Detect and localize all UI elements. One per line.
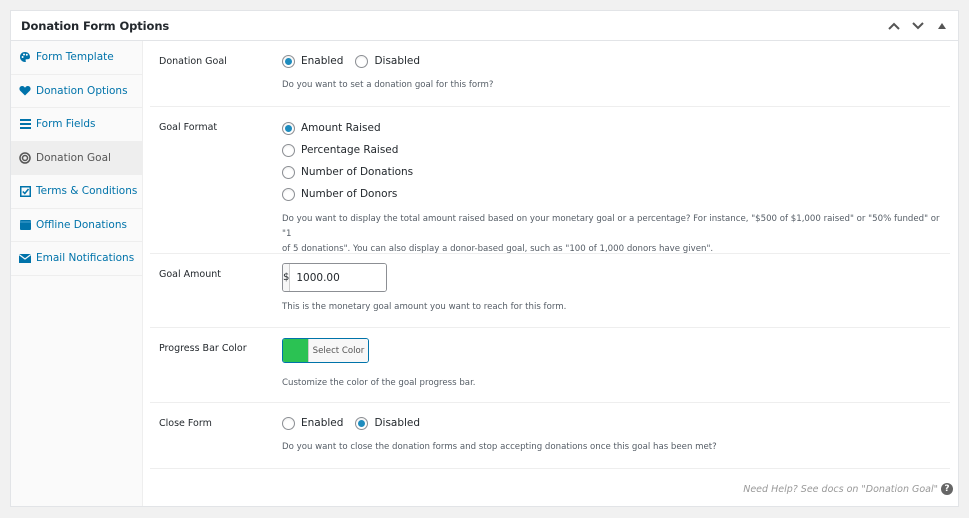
sidebar-item-email-notifications[interactable]: Email Notifications — [11, 242, 142, 276]
donation-form-options-panel: Donation Form Options Form Template Dona… — [10, 10, 959, 507]
checkbox-icon — [19, 185, 31, 197]
sidebar-item-terms-conditions[interactable]: Terms & Conditions — [11, 175, 142, 209]
close-form-enabled-radio[interactable]: Enabled — [282, 416, 344, 430]
goal-format-row: Goal Format Amount Raised Percentage Rai… — [150, 107, 950, 254]
radio-label: Amount Raised — [301, 122, 381, 134]
sidebar-item-label: Form Template — [36, 51, 114, 64]
sidebar-item-label: Terms & Conditions — [36, 185, 138, 198]
donation-goal-disabled-radio[interactable]: Disabled — [355, 54, 421, 68]
goal-amount-input[interactable] — [290, 264, 386, 291]
radio-label: Number of Donations — [301, 166, 414, 178]
donation-goal-label: Donation Goal — [159, 56, 227, 67]
select-color-label: Select Color — [308, 339, 368, 362]
sidebar-item-donation-options[interactable]: Donation Options — [11, 75, 142, 108]
sidebar-item-donation-goal[interactable]: Donation Goal — [11, 141, 142, 175]
list-icon — [19, 118, 31, 130]
close-form-description: Do you want to close the donation forms … — [282, 442, 717, 452]
radio-label: Enabled — [301, 417, 344, 429]
heart-icon — [19, 85, 31, 97]
radio-checked — [282, 54, 295, 68]
sidebar-item-label: Donation Goal — [36, 151, 111, 164]
radio-unchecked — [282, 165, 295, 179]
close-form-row: Close Form Enabled Disabled Do you want … — [150, 403, 950, 469]
chevron-up-icon — [888, 22, 900, 30]
donation-goal-description: Do you want to set a donation goal for t… — [282, 80, 494, 90]
close-form-radio-group: Enabled Disabled — [282, 412, 950, 434]
panel-body: Form Template Donation Options Form Fiel… — [11, 41, 958, 506]
close-form-disabled-radio[interactable]: Disabled — [355, 416, 421, 430]
wallet-icon — [19, 219, 31, 231]
goal-format-description: Do you want to display the total amount … — [282, 212, 950, 257]
color-swatch — [283, 339, 308, 362]
radio-label: Disabled — [374, 55, 421, 67]
goal-format-label: Goal Format — [159, 122, 218, 133]
toggle-panel-button[interactable] — [934, 18, 950, 34]
sidebar-item-label: Form Fields — [36, 118, 96, 131]
radio-unchecked — [282, 416, 295, 430]
goal-format-number-of-donors-radio[interactable]: Number of Donors — [282, 183, 950, 205]
goal-amount-field: $ — [282, 263, 387, 292]
currency-symbol: $ — [283, 264, 291, 291]
goal-amount-label: Goal Amount — [159, 269, 221, 280]
move-down-button[interactable] — [910, 18, 926, 34]
goal-amount-description: This is the monetary goal amount you wan… — [282, 302, 567, 312]
sidebar-item-label: Donation Options — [36, 84, 128, 97]
donation-goal-enabled-radio[interactable]: Enabled — [282, 54, 344, 68]
goal-amount-row: Goal Amount $ This is the monetary goal … — [150, 254, 950, 328]
help-question-icon[interactable]: ? — [941, 483, 953, 495]
radio-checked — [282, 121, 295, 135]
triangle-up-icon — [938, 23, 946, 29]
close-form-label: Close Form — [159, 418, 212, 429]
help-docs-link[interactable]: Need Help? See docs on "Donation Goal" — [743, 484, 938, 495]
sidebar-nav: Form Template Donation Options Form Fiel… — [11, 41, 143, 506]
radio-unchecked — [355, 54, 369, 68]
radio-checked — [355, 416, 369, 430]
select-color-button[interactable]: Select Color — [282, 338, 369, 363]
sidebar-item-label: Email Notifications — [36, 252, 135, 265]
progress-bar-color-row: Progress Bar Color Select Color Customiz… — [150, 328, 950, 403]
goal-format-percentage-raised-radio[interactable]: Percentage Raised — [282, 139, 950, 161]
donation-goal-radio-group: Enabled Disabled — [282, 50, 950, 72]
panel-header: Donation Form Options — [11, 11, 958, 41]
sidebar-item-offline-donations[interactable]: Offline Donations — [11, 209, 142, 242]
panel-title: Donation Form Options — [21, 18, 170, 33]
target-icon — [19, 152, 31, 164]
move-up-button[interactable] — [886, 18, 902, 34]
radio-unchecked — [282, 187, 295, 201]
radio-unchecked — [282, 143, 295, 157]
sidebar-item-form-fields[interactable]: Form Fields — [11, 108, 142, 142]
donation-goal-row: Donation Goal Enabled Disabled Do you wa… — [150, 41, 950, 107]
chevron-down-icon — [912, 22, 924, 30]
description-line: Do you want to display the total amount … — [282, 214, 940, 239]
help-footer: Need Help? See docs on "Donation Goal" ? — [743, 483, 953, 495]
radio-label: Number of Donors — [301, 188, 398, 200]
goal-format-amount-raised-radio[interactable]: Amount Raised — [282, 117, 950, 139]
envelope-icon — [19, 252, 31, 264]
progress-bar-color-label: Progress Bar Color — [159, 343, 247, 354]
goal-format-number-of-donations-radio[interactable]: Number of Donations — [282, 161, 950, 183]
radio-label: Disabled — [374, 417, 421, 429]
radio-label: Enabled — [301, 55, 344, 67]
sidebar-item-label: Offline Donations — [36, 218, 127, 231]
sidebar-item-form-template[interactable]: Form Template — [11, 41, 142, 75]
palette-icon — [19, 51, 31, 63]
radio-label: Percentage Raised — [301, 144, 399, 156]
panel-header-actions — [886, 11, 950, 41]
settings-main: Donation Goal Enabled Disabled Do you wa… — [143, 41, 958, 506]
progress-bar-color-description: Customize the color of the goal progress… — [282, 378, 476, 388]
